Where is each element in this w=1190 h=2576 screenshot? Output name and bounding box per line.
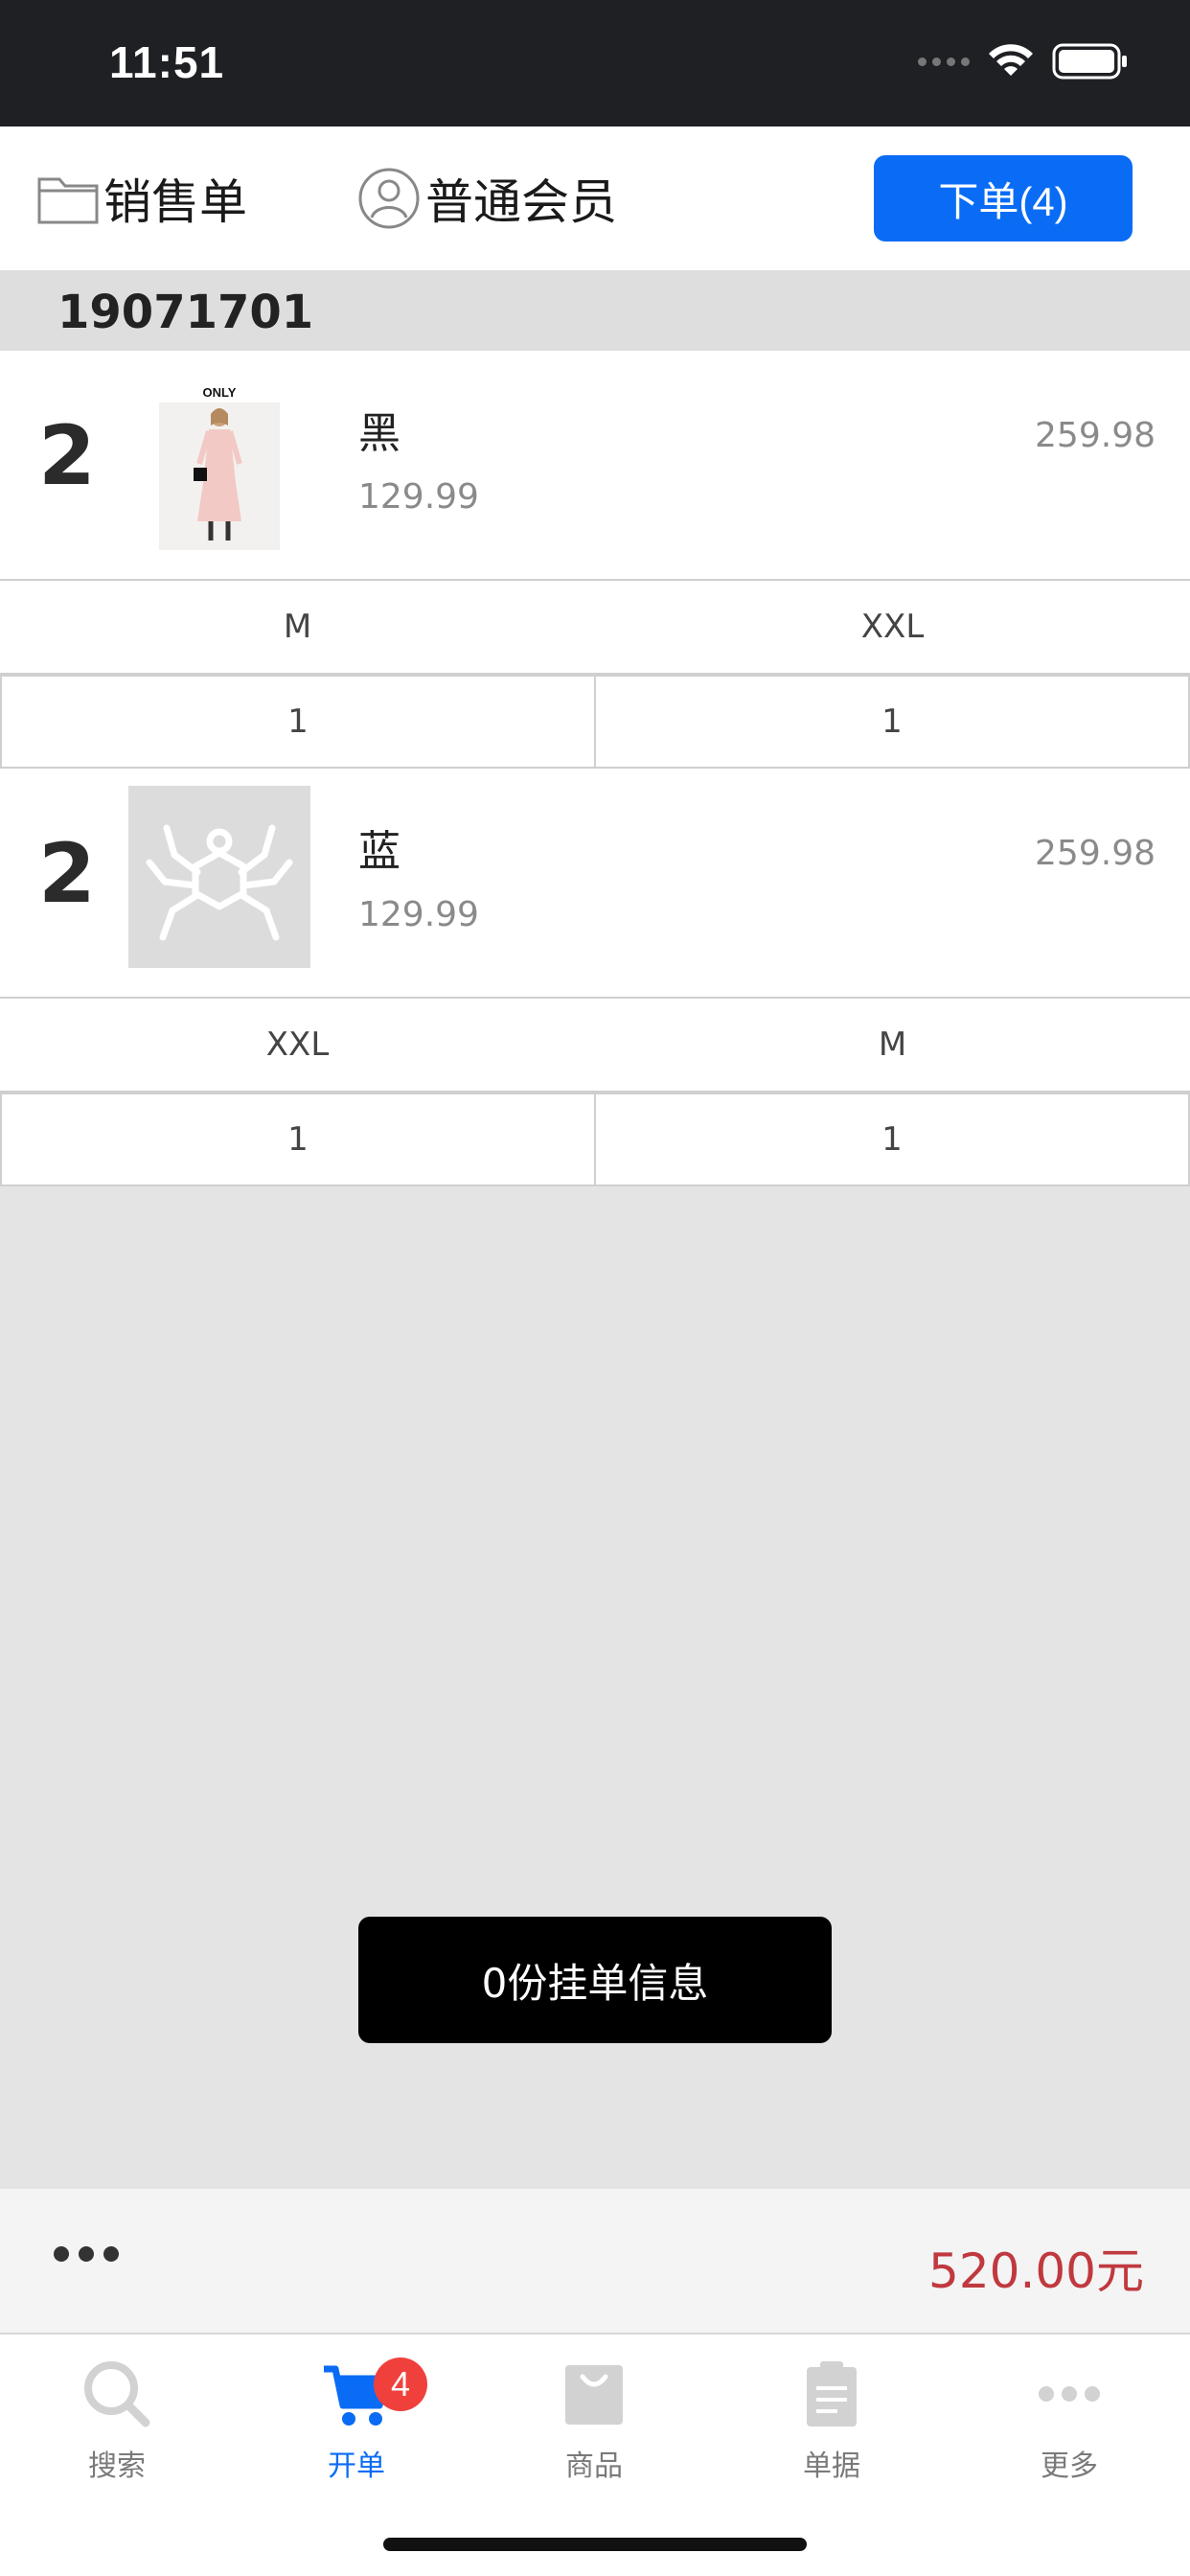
tab-label: 开单 (328, 2450, 385, 2483)
tab-open-order[interactable]: 4 开单 (270, 2356, 443, 2499)
size-label: XXL (265, 1025, 330, 1064)
total-bar: 520.00元 (0, 2189, 1190, 2334)
item-line-total: 259.98 (1035, 834, 1156, 873)
user-icon (358, 168, 420, 229)
product-row[interactable]: 2 ONLY 黑 129.99 259.98 (0, 351, 1190, 581)
bag-icon (565, 2365, 623, 2425)
wifi-icon (989, 44, 1033, 76)
place-order-button[interactable]: 下单(4) (874, 155, 1133, 242)
more-options-icon[interactable] (54, 2246, 119, 2262)
tab-label: 商品 (565, 2450, 623, 2483)
clipboard-icon (807, 2361, 857, 2426)
tab-documents[interactable]: 单据 (745, 2356, 918, 2499)
size-label: XXL (860, 608, 925, 646)
status-bar: 11:51 (0, 0, 1190, 126)
item-line-total: 259.98 (1035, 416, 1156, 455)
folder-icon (37, 177, 99, 224)
cart-badge: 4 (374, 2358, 427, 2411)
sales-order-selector[interactable]: 销售单 (36, 126, 247, 270)
tab-search[interactable]: 搜索 (31, 2356, 203, 2499)
cellular-signal-icon (918, 57, 970, 66)
header: 销售单 普通会员 下单(4) (0, 126, 1190, 270)
size-quantity-row: 1 1 (0, 675, 1190, 769)
status-time: 11:51 (109, 37, 225, 87)
size-label: M (283, 608, 312, 646)
item-color: 蓝 (358, 827, 400, 876)
order-number: 19071701 (57, 286, 314, 339)
size-quantity-row: 1 1 (0, 1092, 1190, 1186)
size-header-row: XXL M (0, 999, 1190, 1092)
tab-more[interactable]: 更多 (983, 2356, 1156, 2499)
item-quantity: 2 (38, 408, 96, 504)
item-unit-price: 129.99 (358, 477, 479, 517)
size-quantity-cell[interactable]: 1 (0, 1092, 596, 1186)
spider-placeholder-icon (128, 786, 310, 968)
size-quantity-cell[interactable]: 1 (0, 675, 596, 769)
search-icon (84, 2361, 150, 2427)
home-indicator[interactable] (383, 2538, 807, 2551)
product-row[interactable]: 2 蓝 129.99 259.98 (0, 769, 1190, 999)
member-label: 普通会员 (425, 174, 617, 230)
product-image (128, 786, 310, 968)
tab-label: 搜索 (88, 2450, 146, 2483)
battery-icon (1052, 43, 1127, 80)
size-quantity-cell[interactable]: 1 (596, 675, 1190, 769)
tab-label: 更多 (1041, 2450, 1098, 2483)
svg-text:ONLY: ONLY (203, 385, 237, 400)
dress-photo-image: ONLY (159, 385, 280, 550)
item-quantity: 2 (38, 826, 96, 922)
item-unit-price: 129.99 (358, 895, 479, 934)
member-selector[interactable]: 普通会员 (356, 126, 617, 270)
more-icon (1039, 2386, 1100, 2402)
product-image: ONLY (128, 368, 310, 550)
sales-order-label: 销售单 (103, 174, 247, 230)
status-icons (918, 42, 1129, 80)
size-quantity-cell[interactable]: 1 (596, 1092, 1190, 1186)
total-amount: 520.00元 (928, 2243, 1144, 2299)
size-header-row: M XXL (0, 581, 1190, 675)
size-label: M (878, 1025, 907, 1064)
tab-label: 单据 (803, 2450, 860, 2483)
order-number-bar: 19071701 (0, 270, 1190, 351)
item-color: 黑 (358, 409, 400, 458)
tab-products[interactable]: 商品 (508, 2356, 680, 2499)
held-orders-toast[interactable]: 0份挂单信息 (358, 1917, 832, 2043)
